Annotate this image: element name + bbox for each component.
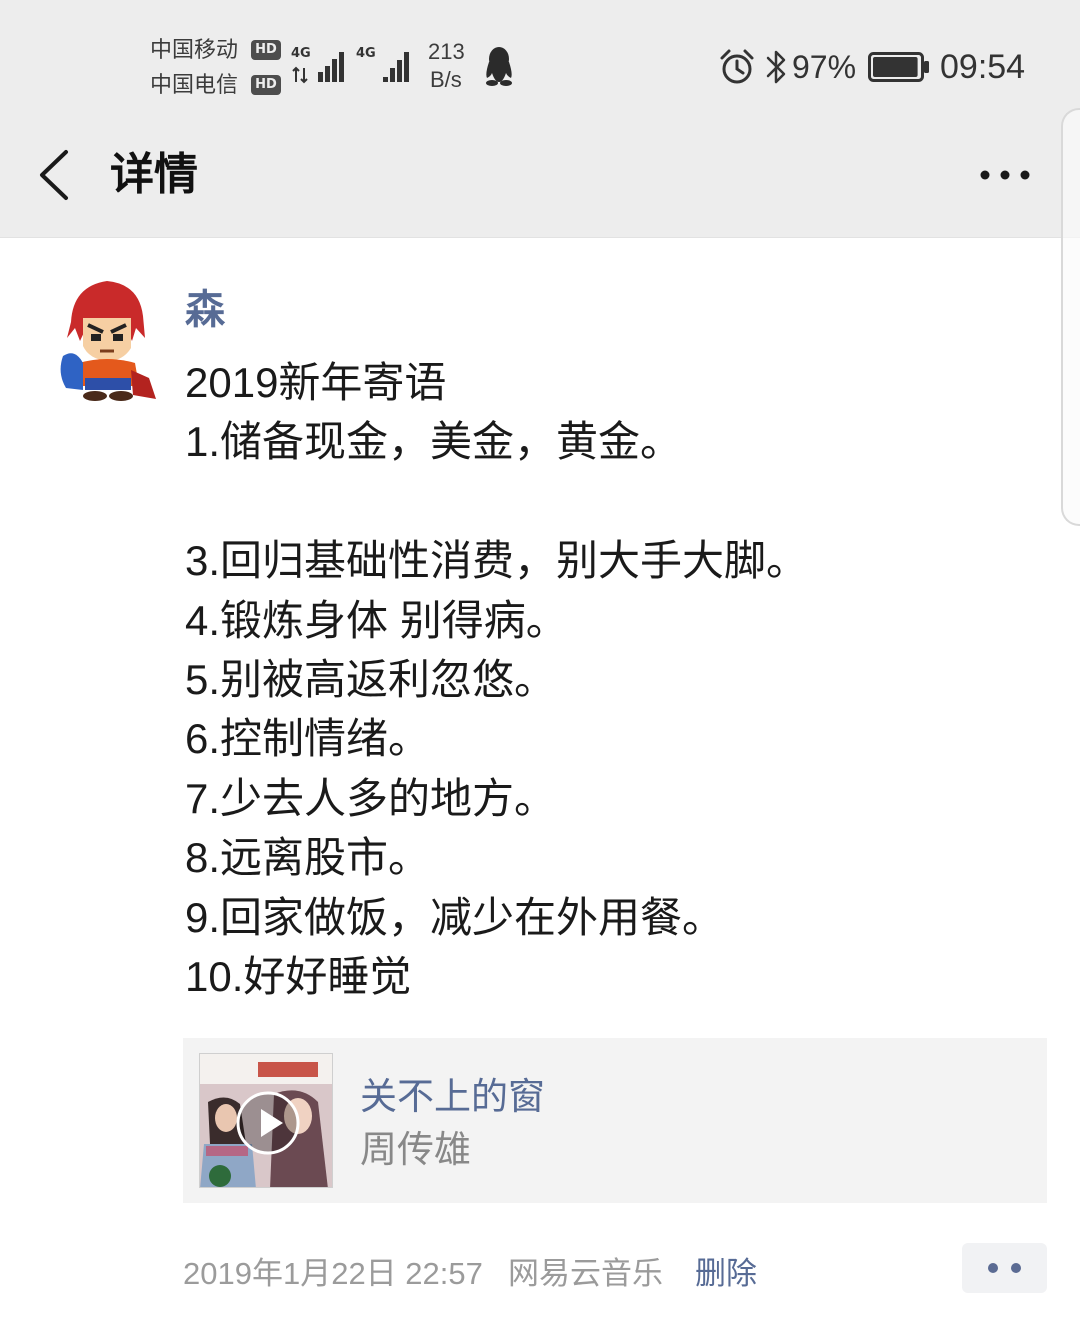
post-line: 2019新年寄语 (185, 359, 447, 406)
post-line: 6.控制情绪。 (185, 715, 431, 763)
signal-2-network: 4G (356, 46, 376, 61)
moments-detail-screen: 中国移动 HD 中国电信 HD 4G 4G 213 B/s 97% 09:54 … (0, 0, 1080, 1338)
carrier-1: 中国移动 (150, 37, 239, 62)
signal-bar (318, 72, 323, 82)
top-bar: 中国移动 HD 中国电信 HD 4G 4G 213 B/s 97% 09:54 … (0, 0, 1080, 238)
music-share-card[interactable]: 关不上的窗 周传雄 (183, 1038, 1047, 1203)
signal-bar (390, 68, 395, 82)
bluetooth-icon (766, 50, 786, 84)
author-name[interactable]: 森 (185, 287, 225, 333)
more-dots-icon[interactable] (974, 163, 1036, 187)
comment-like-button[interactable] (962, 1243, 1047, 1293)
qq-penguin-icon (486, 47, 512, 86)
post-timestamp: 2019年1月22日 22:57 (183, 1256, 483, 1291)
network-speed-unit: B/s (430, 67, 462, 92)
post-line: 7.少去人多的地方。 (185, 774, 557, 822)
post-line: 8.远离股市。 (185, 834, 431, 882)
up-down-arrows-icon (292, 66, 308, 84)
post-line: 10.好好睡觉 (185, 952, 412, 1000)
post-source[interactable]: 网易云音乐 (508, 1256, 663, 1292)
signal-bar (332, 59, 337, 82)
comment-dots-icon (1011, 1263, 1021, 1273)
play-icon[interactable] (236, 1091, 300, 1155)
song-title: 关不上的窗 (360, 1076, 545, 1117)
signal-bar (404, 52, 409, 82)
album-cover[interactable] (199, 1053, 333, 1188)
signal-2-icon: 4G (356, 46, 409, 82)
alarm-clock-icon (720, 49, 754, 84)
delete-button[interactable]: 删除 (695, 1256, 757, 1292)
back-chevron-icon[interactable] (34, 146, 74, 204)
signal-1-network: 4G (291, 46, 311, 61)
signal-1-icon: 4G (291, 46, 344, 84)
post-line: 5.别被高返利忽悠。 (185, 655, 557, 703)
post-line: 3.回归基础性消费，别大手大脚。 (185, 537, 809, 585)
comment-dots-icon (988, 1263, 998, 1273)
signal-bar (383, 77, 388, 82)
side-edge-handle[interactable] (1061, 108, 1080, 526)
battery-icon (868, 52, 929, 82)
signal-bar (339, 52, 344, 82)
signal-bar (325, 66, 330, 82)
battery-percent: 97% (792, 49, 857, 85)
page-title: 详情 (110, 150, 198, 199)
network-speed-value: 213 (428, 39, 465, 64)
signal-bar (397, 60, 402, 82)
clock-time: 09:54 (940, 48, 1026, 86)
hd-badge-2: HD (251, 75, 281, 95)
post-line: 9.回家做饭，减少在外用餐。 (185, 893, 725, 941)
hd-badge-1: HD (251, 40, 281, 60)
post-text: 2019新年寄语 1.储备现金，美金，黄金。 3.回归基础性消费，别大手大脚。 … (185, 353, 1045, 1006)
post-line: 1.储备现金，美金，黄金。 (185, 418, 683, 466)
post-line: 4.锻炼身体 别得病。 (185, 596, 568, 644)
cartoon-avatar[interactable] (45, 278, 160, 403)
post-line (185, 472, 1045, 531)
song-artist: 周传雄 (360, 1129, 471, 1170)
carrier-2: 中国电信 (150, 72, 239, 97)
